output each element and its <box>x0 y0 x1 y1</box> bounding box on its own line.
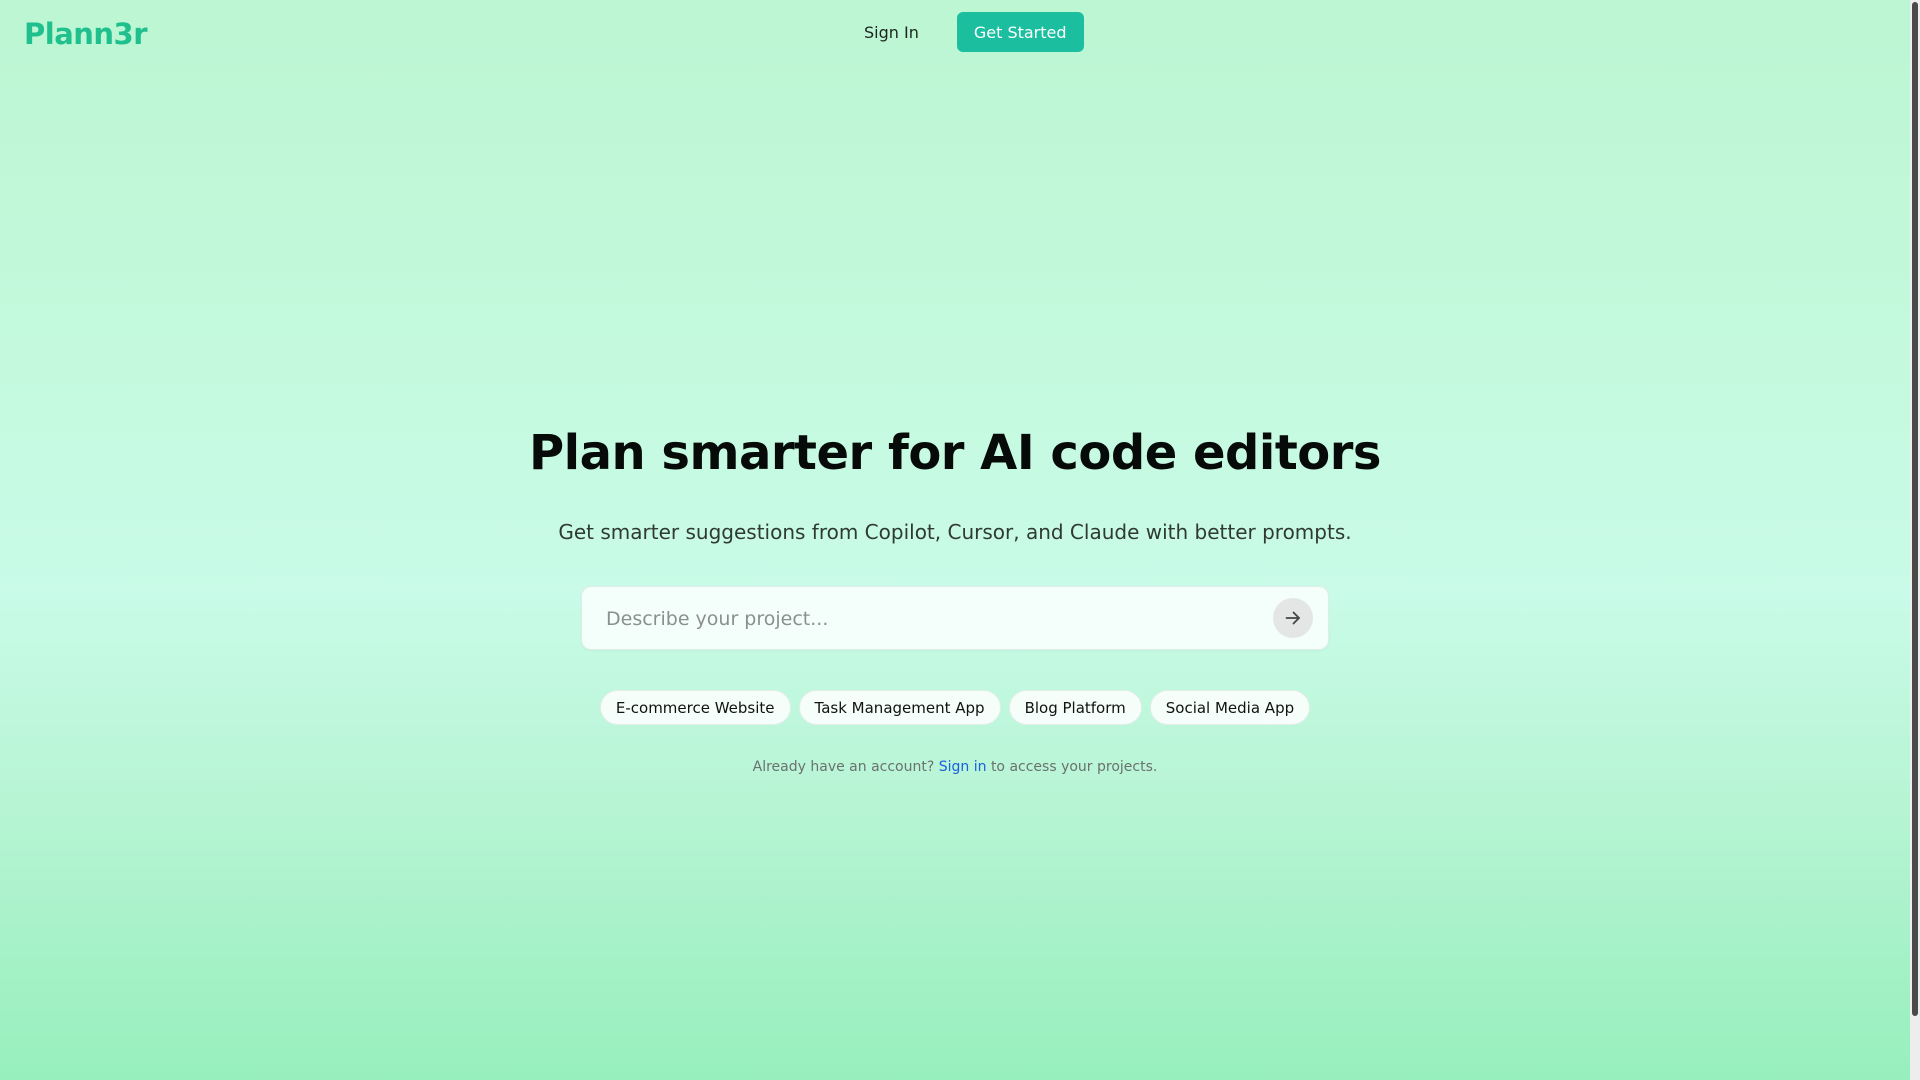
suggestion-chip-task-management[interactable]: Task Management App <box>798 690 1001 725</box>
sign-in-prompt-prefix: Already have an account? <box>752 759 935 775</box>
hero-title: Plan smarter for AI code editors <box>529 425 1381 481</box>
hero-section: Plan smarter for AI code editors Get sma… <box>0 418 1910 775</box>
header-nav: Sign In Get Started <box>850 12 1084 52</box>
sign-in-prompt-link[interactable]: Sign in <box>939 759 987 775</box>
hero-subtitle: Get smarter suggestions from Copilot, Cu… <box>558 520 1352 544</box>
suggestion-chip-social-media[interactable]: Social Media App <box>1149 690 1311 725</box>
suggestion-chip-blog[interactable]: Blog Platform <box>1008 690 1142 725</box>
project-description-input[interactable] <box>604 587 1248 651</box>
scrollbar-thumb[interactable] <box>1912 2 1918 1016</box>
sign-in-prompt: Already have an account? Sign in to acce… <box>753 759 1158 775</box>
logo[interactable]: Plann3r <box>24 14 148 54</box>
sign-in-link[interactable]: Sign In <box>850 15 933 50</box>
header: Plann3r Sign In Get Started <box>0 0 1910 66</box>
suggestion-chips: E-commerce Website Task Management App B… <box>599 690 1311 725</box>
project-search-box <box>581 586 1329 651</box>
submit-button[interactable] <box>1273 598 1313 638</box>
page: Plann3r Sign In Get Started Plan smarter… <box>0 0 1910 1080</box>
get-started-button[interactable]: Get Started <box>956 12 1084 52</box>
vertical-scrollbar[interactable] <box>1910 0 1920 1080</box>
arrow-right-icon <box>1283 608 1303 628</box>
sign-in-prompt-suffix: to access your projects. <box>990 759 1158 775</box>
suggestion-chip-ecommerce[interactable]: E-commerce Website <box>599 690 791 725</box>
